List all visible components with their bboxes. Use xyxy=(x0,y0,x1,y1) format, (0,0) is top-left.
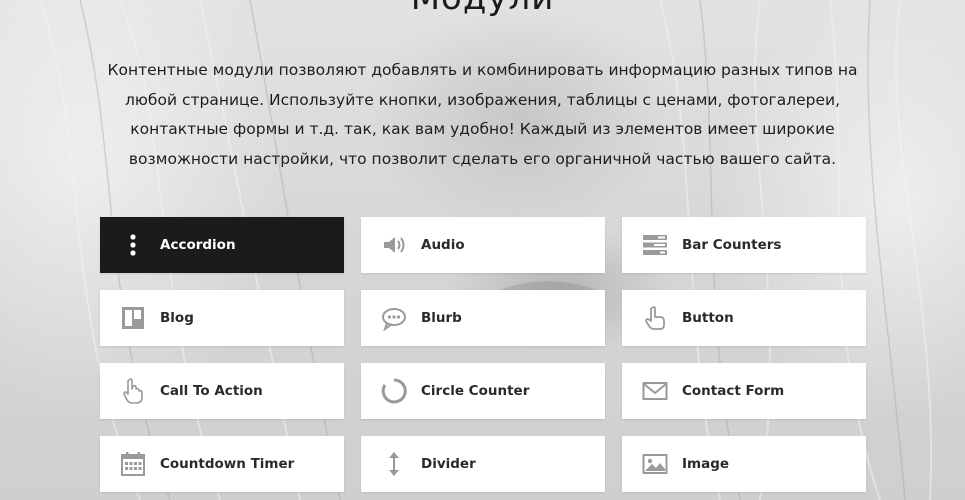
module-card-accordion[interactable]: Accordion xyxy=(100,217,344,273)
module-label: Contact Form xyxy=(682,383,785,399)
module-card-call-to-action[interactable]: Call To Action xyxy=(100,363,344,419)
module-label: Audio xyxy=(421,237,465,253)
module-card-button[interactable]: Button xyxy=(622,290,866,346)
tap-hand-icon xyxy=(120,378,146,404)
bar-counters-icon xyxy=(642,232,668,258)
module-label: Countdown Timer xyxy=(160,456,295,472)
intro-text: Контентные модули позволяют добавлять и … xyxy=(107,61,858,169)
modules-grid: Accordion Audio Bar Counters Blog Blurb … xyxy=(100,217,866,492)
vertical-arrows-icon xyxy=(381,451,407,477)
modules-section: Модули Контентные модули позволяют добав… xyxy=(0,0,965,500)
module-card-countdown-timer[interactable]: Countdown Timer xyxy=(100,436,344,492)
module-card-circle-counter[interactable]: Circle Counter xyxy=(361,363,605,419)
module-card-audio[interactable]: Audio xyxy=(361,217,605,273)
module-label: Call To Action xyxy=(160,383,263,399)
pointer-hand-icon xyxy=(642,305,668,331)
module-card-contact-form[interactable]: Contact Form xyxy=(622,363,866,419)
module-label: Image xyxy=(682,456,730,472)
module-label: Button xyxy=(682,310,734,326)
speech-bubble-icon xyxy=(381,305,407,331)
blog-icon xyxy=(120,305,146,331)
module-card-bar-counters[interactable]: Bar Counters xyxy=(622,217,866,273)
circle-counter-icon xyxy=(381,378,407,404)
module-label: Divider xyxy=(421,456,476,472)
module-card-blurb[interactable]: Blurb xyxy=(361,290,605,346)
module-card-image[interactable]: Image xyxy=(622,436,866,492)
speaker-icon xyxy=(381,232,407,258)
module-label: Bar Counters xyxy=(682,237,782,253)
image-icon xyxy=(642,451,668,477)
module-card-divider[interactable]: Divider xyxy=(361,436,605,492)
page-title: Модули xyxy=(0,0,965,18)
module-label: Blog xyxy=(160,310,194,326)
envelope-icon xyxy=(642,378,668,404)
module-card-blog[interactable]: Blog xyxy=(100,290,344,346)
module-label: Accordion xyxy=(160,237,236,253)
module-label: Circle Counter xyxy=(421,383,530,399)
module-label: Blurb xyxy=(421,310,462,326)
calendar-icon xyxy=(120,451,146,477)
vertical-dots-icon xyxy=(120,232,146,258)
